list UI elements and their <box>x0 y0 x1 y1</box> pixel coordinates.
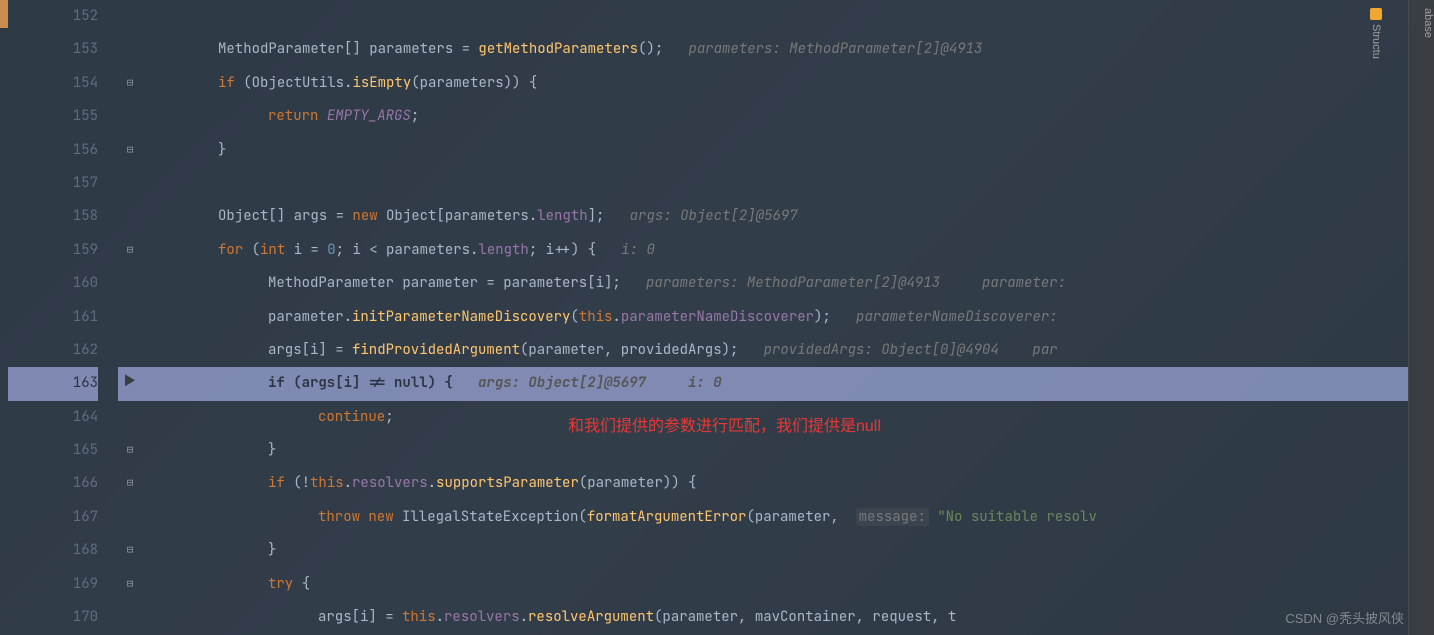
code-line: throw new IllegalStateException(formatAr… <box>138 501 1408 534</box>
modified-bar <box>0 0 8 635</box>
line-number: 165 <box>8 434 98 467</box>
line-number: 159 <box>8 234 98 267</box>
execution-pointer-icon <box>118 367 138 400</box>
code-line: } <box>138 534 1408 567</box>
fold-end-icon[interactable]: ⊟ <box>118 134 138 167</box>
code-line: if (!this.resolvers.supportsParameter(pa… <box>138 467 1408 500</box>
fold-toggle-icon[interactable]: ⊟ <box>118 234 138 267</box>
code-line: args[i] = findProvidedArgument(parameter… <box>138 334 1408 367</box>
line-number: 156 <box>8 134 98 167</box>
line-number: 166 <box>8 467 98 500</box>
code-line: parameter.initParameterNameDiscovery(thi… <box>138 301 1408 334</box>
structure-tool-button[interactable]: Structu <box>1370 8 1382 635</box>
line-number: 162 <box>8 334 98 367</box>
line-number: 158 <box>8 200 98 233</box>
line-number: 164 <box>8 401 98 434</box>
code-line-current: if (args[i] != null) { args: Object[2]@5… <box>138 367 1408 400</box>
line-number: 167 <box>8 501 98 534</box>
code-line: Object[] args = new Object[parameters.le… <box>138 200 1408 233</box>
line-number: 157 <box>8 167 98 200</box>
fold-toggle-icon[interactable]: ⊟ <box>118 568 138 601</box>
line-number: 161 <box>8 301 98 334</box>
code-line: return EMPTY_ARGS; <box>138 100 1408 133</box>
code-line: for (int i = 0; i < parameters.length; i… <box>138 234 1408 267</box>
line-number: 160 <box>8 267 98 300</box>
database-tool-button[interactable]: abase <box>1422 8 1434 635</box>
tool-window-bar[interactable]: abase Structu <box>1408 0 1434 635</box>
annotation-text: 和我们提供的参数进行匹配，我们提供是null <box>568 412 881 436</box>
watermark: CSDN @秃头披风侠 <box>1285 608 1404 627</box>
code-editor[interactable]: MethodParameter[] parameters = getMethod… <box>138 0 1408 635</box>
fold-end-icon[interactable]: ⊟ <box>118 434 138 467</box>
code-line: MethodParameter parameter = parameters[i… <box>138 267 1408 300</box>
code-line: MethodParameter[] parameters = getMethod… <box>138 33 1408 66</box>
code-line: } <box>138 134 1408 167</box>
line-number: 168 <box>8 534 98 567</box>
line-number: 155 <box>8 100 98 133</box>
fold-end-icon[interactable]: ⊟ <box>118 534 138 567</box>
line-number: 169 <box>8 568 98 601</box>
line-number: 153 <box>8 33 98 66</box>
line-number: 152 <box>8 0 98 33</box>
line-number: 170 <box>8 601 98 634</box>
fold-toggle-icon[interactable]: ⊟ <box>118 67 138 100</box>
fold-toggle-icon[interactable]: ⊟ <box>118 467 138 500</box>
line-gutter: 152 153 154 155 156 157 158 159 160 161 … <box>8 0 118 635</box>
line-number: 154 <box>8 67 98 100</box>
line-number-current: 163 <box>8 367 98 400</box>
code-line: args[i] = this.resolvers.resolveArgument… <box>138 601 1408 634</box>
code-line: } <box>138 434 1408 467</box>
code-line: if (ObjectUtils.isEmpty(parameters)) { <box>138 67 1408 100</box>
change-marker <box>0 0 8 28</box>
structure-icon <box>1370 8 1382 20</box>
code-line: try { <box>138 568 1408 601</box>
fold-gutter[interactable]: ⊟ ⊟ ⊟ ⊟ ⊟ ⊟ ⊟ <box>118 0 138 635</box>
